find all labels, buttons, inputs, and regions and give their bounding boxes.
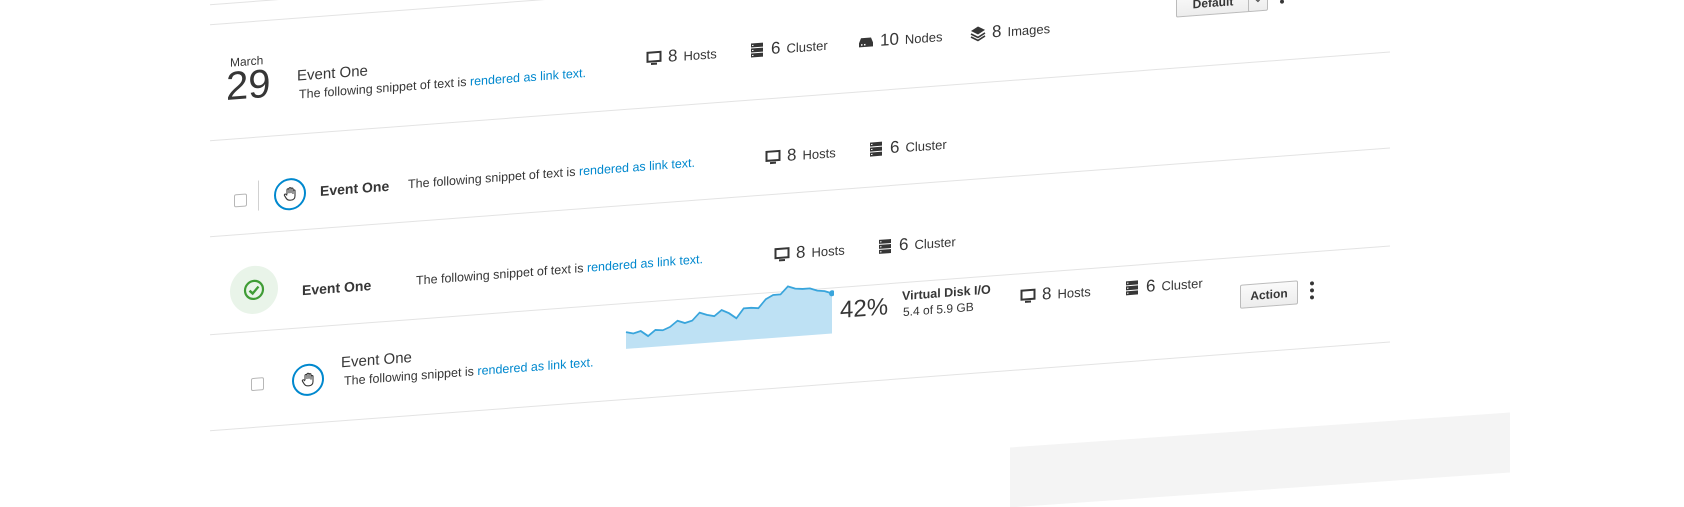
nodes-icon xyxy=(859,37,873,48)
monitor-icon xyxy=(646,50,662,66)
stat-number: 8 xyxy=(1042,283,1052,304)
cluster-icon xyxy=(870,141,882,157)
row-checkbox[interactable] xyxy=(251,377,264,392)
stat-number: 6 xyxy=(771,38,781,59)
percent-value: 42% xyxy=(840,293,889,324)
stat-number: 8 xyxy=(992,21,1002,42)
list-view: Default March 29 Event One The following… xyxy=(0,0,1684,450)
monitor-icon xyxy=(1020,288,1036,303)
stat-label: Hosts xyxy=(1057,283,1091,301)
action-button[interactable]: Action xyxy=(1240,280,1298,309)
kebab-menu[interactable] xyxy=(1310,281,1314,300)
cluster-icon xyxy=(1126,280,1138,296)
stat-label: Hosts xyxy=(683,45,717,64)
images-icon xyxy=(970,26,986,42)
stat-number: 8 xyxy=(787,145,797,165)
stat-number: 6 xyxy=(899,234,909,255)
date-day: 29 xyxy=(226,61,271,110)
stat-label: Cluster xyxy=(1161,275,1203,294)
stat-label: Hosts xyxy=(802,144,836,163)
cluster-icon xyxy=(879,239,891,254)
cluster-icon xyxy=(751,42,763,58)
stat-label: Cluster xyxy=(786,37,828,56)
stat-label: Images xyxy=(1007,20,1051,39)
stat-number: 10 xyxy=(880,29,899,50)
stat-number: 6 xyxy=(1146,276,1156,296)
stat-number: 8 xyxy=(668,46,678,66)
row-checkbox[interactable] xyxy=(234,193,247,208)
stat-number: 6 xyxy=(890,137,900,158)
vertical-divider xyxy=(258,180,259,211)
stat-label: Cluster xyxy=(905,136,947,155)
stat-hosts: 8 Hosts xyxy=(774,239,845,264)
hand-glyph xyxy=(301,372,314,387)
background-band xyxy=(1010,412,1510,507)
action-button-label: Action xyxy=(1250,286,1288,303)
check-circle-icon xyxy=(243,279,265,301)
monitor-icon xyxy=(774,247,790,262)
hand-glyph xyxy=(283,187,296,201)
stat-label: Nodes xyxy=(904,28,943,47)
hand-icon xyxy=(274,176,306,212)
stat-label: Hosts xyxy=(811,241,845,260)
stat-label: Cluster xyxy=(914,233,956,252)
stat-number: 8 xyxy=(796,242,806,263)
monitor-icon xyxy=(765,149,781,165)
